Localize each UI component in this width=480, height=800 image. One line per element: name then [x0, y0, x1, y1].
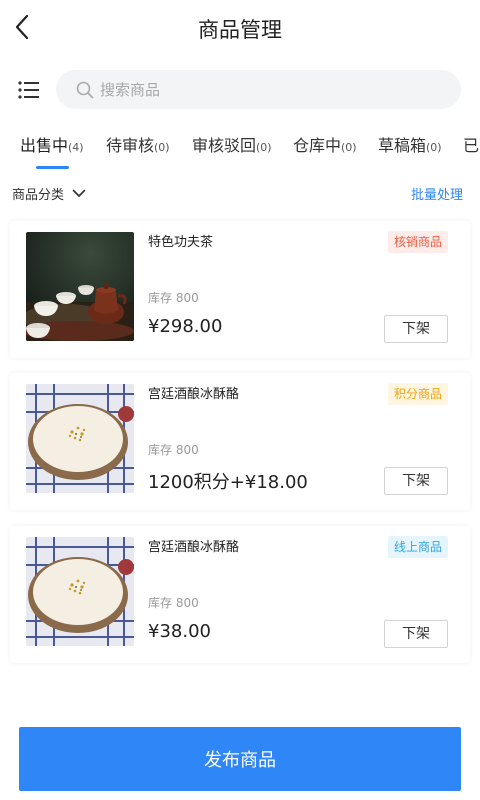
product-name: 宫廷酒酿冰酥酪 — [148, 387, 240, 402]
nav-bar: 商品管理 — [0, 0, 480, 58]
tab-review-rejected[interactable]: 审核驳回(0) — [192, 132, 272, 172]
product-price: 1200积分+¥18.00 — [148, 472, 308, 493]
tab-pending-review[interactable]: 待审核(0) — [106, 132, 170, 172]
product-stock: 库存 800 — [148, 443, 199, 457]
product-card[interactable]: 特色功夫茶 核销商品 库存 800 ¥298.00 下架 — [10, 221, 470, 358]
delist-button[interactable]: 下架 — [384, 620, 448, 648]
product-price: ¥298.00 — [148, 316, 223, 337]
category-label: 商品分类 — [12, 188, 65, 203]
product-card[interactable]: 宫廷酒酿冰酥酪 积分商品 库存 800 1200积分+¥18.00 下架 — [10, 373, 470, 510]
search-box[interactable] — [56, 70, 461, 109]
product-image-dessert — [26, 537, 134, 646]
product-name: 宫廷酒酿冰酥酪 — [148, 540, 240, 555]
publish-product-button[interactable]: 发布商品 — [19, 727, 461, 791]
batch-process-link[interactable]: 批量处理 — [411, 184, 463, 203]
search-input[interactable] — [100, 80, 420, 99]
product-type-badge: 积分商品 — [387, 383, 448, 405]
product-card[interactable]: 宫廷酒酿冰酥酪 线上商品 库存 800 ¥38.00 下架 — [10, 526, 470, 663]
product-name: 特色功夫茶 — [148, 235, 214, 250]
tab-more[interactable]: 已 — [463, 132, 479, 172]
search-row — [0, 70, 480, 110]
search-icon — [76, 81, 94, 98]
product-stock: 库存 800 — [148, 291, 199, 305]
list-menu-icon[interactable] — [18, 80, 40, 100]
status-tabs: 出售中(4) 待审核(0) 审核驳回(0) 仓库中(0) 草稿箱(0) 已 — [0, 132, 480, 172]
chevron-down-icon — [72, 189, 86, 197]
product-image-tea — [26, 232, 134, 341]
category-filter[interactable]: 商品分类 — [12, 184, 86, 203]
delist-button[interactable]: 下架 — [384, 467, 448, 495]
product-type-badge: 核销商品 — [387, 231, 448, 253]
active-tab-indicator — [36, 166, 69, 169]
product-type-badge: 线上商品 — [387, 536, 448, 558]
product-image-dessert — [26, 384, 134, 493]
delist-button[interactable]: 下架 — [384, 315, 448, 343]
tab-drafts[interactable]: 草稿箱(0) — [378, 132, 442, 172]
product-price: ¥38.00 — [148, 621, 211, 642]
page-title: 商品管理 — [198, 18, 282, 42]
product-stock: 库存 800 — [148, 596, 199, 610]
filter-row: 商品分类 批量处理 — [0, 180, 480, 206]
tab-warehouse[interactable]: 仓库中(0) — [293, 132, 357, 172]
